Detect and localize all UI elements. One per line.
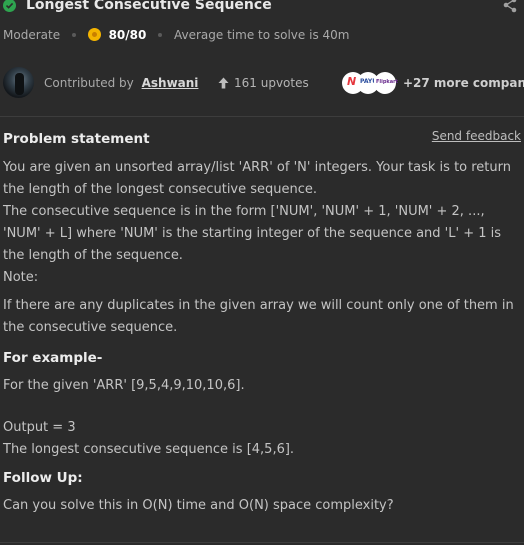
- note-text: If there are any duplicates in the given…: [3, 298, 514, 335]
- example-output: Output = 3: [3, 420, 76, 435]
- follow-up-heading: Follow Up:: [3, 470, 83, 486]
- contributor-text: Contributed by Ashwani: [44, 76, 198, 90]
- problem-title: Longest Consecutive Sequence: [26, 0, 272, 13]
- coin-icon: [87, 28, 101, 41]
- upvote-count: 161 upvotes: [234, 76, 309, 90]
- title-row: Longest Consecutive Sequence: [0, 0, 524, 17]
- solved-check-icon: [3, 0, 16, 12]
- divider: [0, 542, 524, 543]
- average-time: Average time to solve is 40m: [174, 27, 350, 42]
- score-value: 80/80: [108, 27, 147, 42]
- more-companies-link[interactable]: +27 more companies: [403, 76, 524, 90]
- upvote-button[interactable]: 161 upvotes: [218, 76, 309, 90]
- separator-dot: [158, 32, 163, 37]
- company-logo: Flipkart: [374, 72, 398, 94]
- separator-dot: [71, 32, 76, 37]
- example-explanation: The longest consecutive sequence is [4,5…: [3, 442, 295, 457]
- avatar: [3, 67, 34, 98]
- contributor-row: Contributed by Ashwani 161 upvotes N PAY…: [0, 66, 524, 102]
- problem-statement-heading: Problem statement: [3, 131, 150, 147]
- share-icon[interactable]: [502, 0, 518, 17]
- company-logos[interactable]: N PAYU Flipkart: [342, 72, 398, 94]
- difficulty-label: Moderate: [3, 27, 61, 42]
- problem-paragraph: You are given an unsorted array/list 'AR…: [3, 160, 511, 197]
- problem-header: Longest Consecutive Sequence Moderate 80…: [0, 0, 524, 120]
- contributor-link[interactable]: Ashwani: [142, 76, 199, 90]
- example-heading: For example-: [3, 350, 103, 366]
- problem-paragraph: The consecutive sequence is in the form …: [3, 204, 502, 263]
- meta-row: Moderate 80/80 Average time to solve is …: [3, 27, 349, 45]
- example-input: For the given 'ARR' [9,5,4,9,10,10,6].: [3, 378, 245, 393]
- problem-statement: Problem statement You are given an unsor…: [3, 128, 521, 517]
- contributor-prefix: Contributed by: [44, 76, 134, 90]
- upvote-arrow-icon: [218, 77, 229, 89]
- note-label: Note:: [3, 270, 39, 285]
- follow-up-text: Can you solve this in O(N) time and O(N)…: [3, 498, 394, 513]
- divider: [0, 116, 524, 117]
